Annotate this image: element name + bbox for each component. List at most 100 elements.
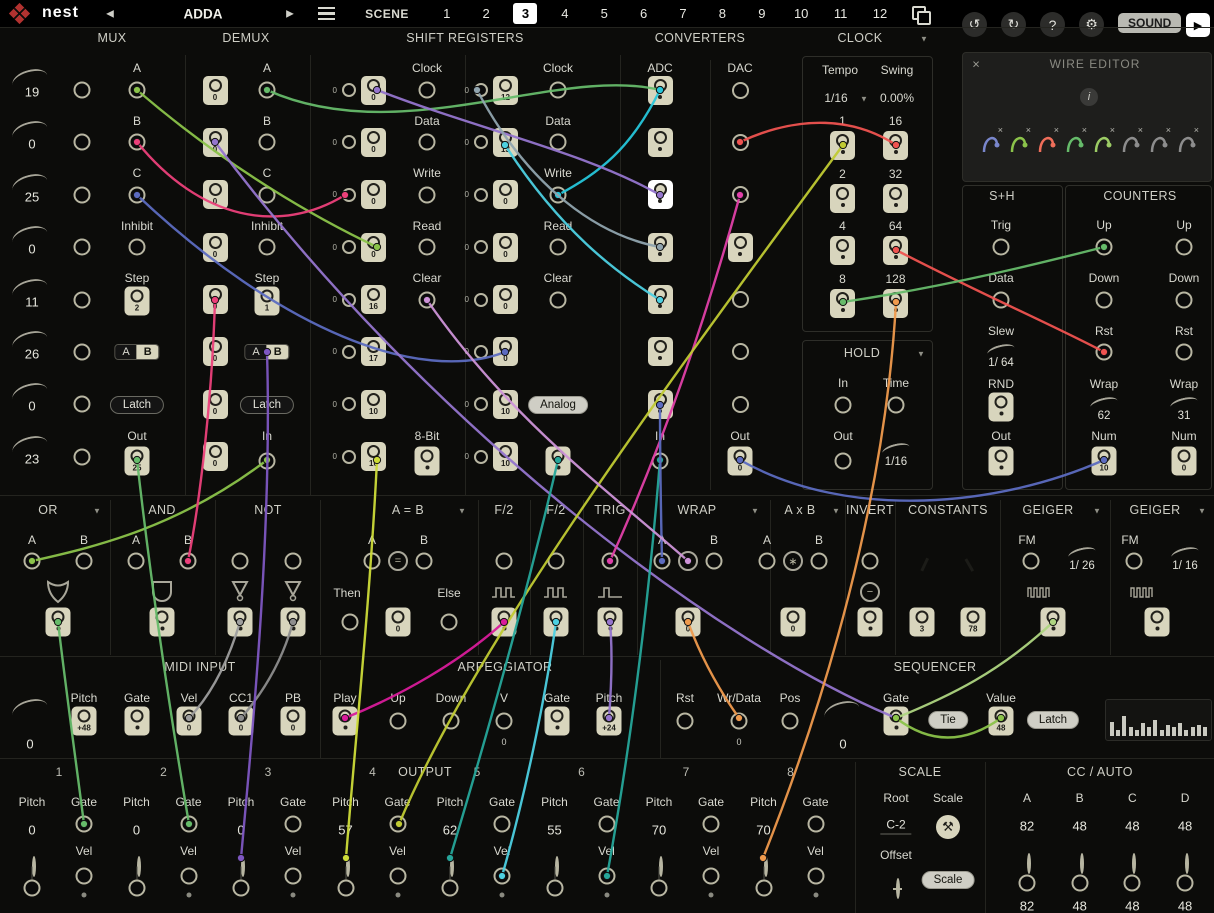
pitch-out-port[interactable] — [651, 880, 668, 897]
stage-bit-port[interactable] — [474, 188, 488, 202]
vel-port[interactable] — [180, 868, 197, 885]
cc-out-port[interactable] — [1177, 875, 1194, 892]
seq-gate-port[interactable] — [884, 707, 909, 736]
stage-value-port[interactable]: 0 — [361, 233, 386, 262]
pitch-out-port[interactable] — [128, 880, 145, 897]
aeqb-b-port[interactable] — [416, 553, 433, 570]
patch-wire[interactable] — [558, 90, 660, 195]
dac-bit-port[interactable] — [732, 82, 749, 99]
dac-bit-port[interactable] — [728, 233, 753, 262]
demux-out-port[interactable]: 0 — [203, 337, 228, 366]
gate-port[interactable] — [76, 816, 93, 833]
midi-pb-port[interactable]: 0 — [281, 707, 306, 736]
stage-bit-port[interactable] — [474, 450, 488, 464]
stage-value-port[interactable]: 17 — [361, 337, 386, 366]
adc-bit-port[interactable] — [648, 285, 673, 314]
help-button[interactable]: ? — [1040, 12, 1065, 37]
wire-delete-icon[interactable]: × — [1064, 126, 1086, 158]
midi-gate-port[interactable] — [125, 707, 150, 736]
stage-bit-port[interactable] — [474, 240, 488, 254]
hold-menu-caret[interactable]: ▼ — [917, 350, 925, 359]
mux-c-port[interactable] — [129, 187, 146, 204]
play-button[interactable]: ▶ — [1186, 13, 1210, 37]
input-port[interactable] — [74, 343, 91, 360]
stage-value-port[interactable]: 12 — [493, 76, 518, 105]
counter1-up-port[interactable] — [1096, 239, 1113, 256]
aeqb-menu-caret[interactable]: ▼ — [458, 507, 466, 516]
sr1-clear-port[interactable] — [419, 292, 436, 309]
scene-button[interactable]: 7 — [663, 3, 702, 24]
patch-next-button[interactable]: ▶ — [286, 9, 294, 20]
seq-pos-port[interactable] — [782, 713, 799, 730]
geiger1-menu-caret[interactable]: ▼ — [1093, 507, 1101, 516]
seq-rst-port[interactable] — [677, 713, 694, 730]
dac-bit-port[interactable] — [732, 134, 749, 151]
geiger2-out-port[interactable] — [1145, 608, 1170, 637]
vel-port[interactable] — [76, 868, 93, 885]
wire-delete-icon[interactable]: × — [1120, 126, 1142, 158]
stage-bit-port[interactable] — [342, 293, 356, 307]
sh-out-port[interactable] — [989, 447, 1014, 476]
wrap-out-port[interactable]: 0 — [676, 608, 701, 637]
f2b-out-port[interactable] — [544, 608, 569, 637]
demux-in-port[interactable] — [259, 453, 276, 470]
wire-editor-close-icon[interactable]: × — [972, 57, 980, 72]
midi-vel-port[interactable]: 0 — [177, 707, 202, 736]
dac-bit-port[interactable] — [732, 291, 749, 308]
cc-quantize-port[interactable] — [1185, 853, 1189, 874]
clock-div-port[interactable] — [883, 236, 908, 265]
settings-gear-icon[interactable]: ⚙ — [1079, 12, 1104, 37]
cc-quantize-port[interactable] — [1027, 853, 1031, 874]
sr2-clock-port[interactable] — [550, 82, 567, 99]
patch-prev-button[interactable]: ◀ — [106, 9, 114, 20]
wire-delete-icon[interactable]: × — [1092, 126, 1114, 158]
sh-rnd-port[interactable] — [989, 393, 1014, 422]
cc-out-port[interactable] — [1071, 875, 1088, 892]
clock-div-port[interactable] — [883, 289, 908, 318]
patch-wire[interactable] — [505, 145, 660, 300]
stage-bit-port[interactable] — [474, 345, 488, 359]
mux-ab-toggle[interactable]: AB — [114, 344, 159, 360]
sr1-clock-port[interactable] — [419, 82, 436, 99]
adc-bit-port[interactable] — [648, 128, 673, 157]
sr1-write-port[interactable] — [419, 187, 436, 204]
undo-button[interactable]: ↺ — [962, 12, 987, 37]
clock-div-port[interactable] — [883, 131, 908, 160]
menu-icon[interactable] — [318, 7, 335, 20]
sh-data-port[interactable] — [993, 292, 1010, 309]
gate-port[interactable] — [598, 816, 615, 833]
seq-step-display[interactable] — [1105, 699, 1212, 741]
scene-button[interactable]: 3 — [513, 3, 537, 24]
seq-tie-button[interactable]: Tie — [928, 711, 968, 729]
pitch-quantize-port[interactable] — [450, 856, 454, 877]
scene-button[interactable]: 8 — [703, 3, 742, 24]
then-port[interactable] — [342, 614, 359, 631]
constant2-out-port[interactable]: 78 — [961, 608, 986, 637]
stage-bit-port[interactable] — [474, 293, 488, 307]
demux-out-port[interactable]: 0 — [203, 76, 228, 105]
adc-bit-port[interactable] — [648, 233, 673, 262]
pitch-out-port[interactable] — [233, 880, 250, 897]
hold-time-slider[interactable]: 1/16 — [882, 444, 910, 468]
pitch-out-port[interactable] — [442, 880, 459, 897]
counter1-rst-port[interactable] — [1096, 344, 1113, 361]
mux-step-port[interactable]: 2 — [125, 287, 150, 316]
stage-value-port[interactable]: 10 — [493, 390, 518, 419]
stage-value-port[interactable]: 10 — [361, 442, 386, 471]
sh-trig-port[interactable] — [993, 239, 1010, 256]
constant1-out-port[interactable]: 3 — [910, 608, 935, 637]
gate-port[interactable] — [389, 816, 406, 833]
dac-bit-port[interactable] — [732, 396, 749, 413]
not1-out-port[interactable] — [228, 608, 253, 637]
stage-value-port[interactable]: 0 — [361, 128, 386, 157]
seq-wrdata-port[interactable] — [731, 713, 748, 730]
arp-down-port[interactable] — [443, 713, 460, 730]
pitch-quantize-port[interactable] — [137, 856, 141, 877]
seq-value-port[interactable]: 48 — [989, 707, 1014, 736]
demux-inhibit-port[interactable] — [259, 239, 276, 256]
arp-up-port[interactable] — [390, 713, 407, 730]
sr1-out-port[interactable] — [415, 447, 440, 476]
demux-step-port[interactable]: 1 — [255, 287, 280, 316]
sh-slew-slider[interactable]: 1/ 64 — [987, 345, 1015, 369]
stage-bit-port[interactable] — [342, 135, 356, 149]
